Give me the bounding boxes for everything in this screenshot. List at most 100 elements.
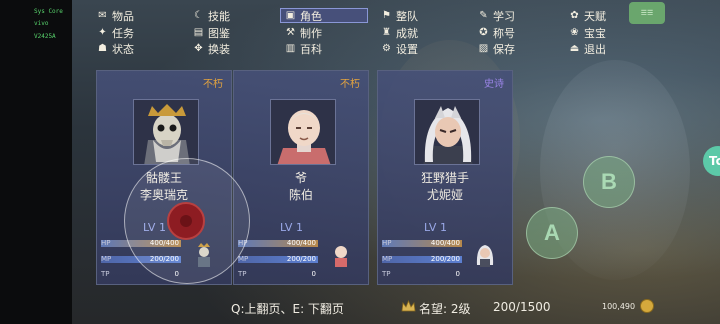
hp-value: 400/400 xyxy=(286,239,316,247)
b-button[interactable]: B xyxy=(583,156,635,208)
menu-item[interactable]: ✎ 学习 xyxy=(477,8,565,23)
tp-value: 0 xyxy=(455,270,460,278)
reputation-level: 名望: 2级 xyxy=(419,302,471,316)
exit-icon: ⏏ xyxy=(569,42,580,54)
skeleton-king-portrait xyxy=(133,99,199,165)
formation-icon: ⚑ xyxy=(382,9,391,21)
joystick-knob[interactable] xyxy=(167,202,205,240)
tp-value: 0 xyxy=(311,270,316,278)
coin-icon xyxy=(640,299,654,313)
menu-item[interactable]: ✉ 物品 xyxy=(96,8,184,23)
old-man-sprite xyxy=(330,243,352,269)
rarity-label: 不朽 xyxy=(340,79,360,90)
menu-item[interactable]: ✪ 称号 xyxy=(477,25,565,40)
tp-label: TP xyxy=(238,270,247,278)
character-card[interactable]: 不朽 爷 陈伯 LV 1 HP 400/400 MP 200/200 TP 0 xyxy=(233,70,369,285)
crown-icon xyxy=(401,299,416,314)
tp-label: TP xyxy=(382,270,391,278)
bottom-bar: Q:上翻页、E: 下翻页 名望: 2级 200/1500 100,490 xyxy=(72,291,672,324)
pet-icon: ❀ xyxy=(570,26,579,38)
menu-item[interactable]: ♜ 成就 xyxy=(380,25,468,40)
trophy-icon: ♜ xyxy=(382,26,391,38)
hp-bar: HP 400/400 xyxy=(382,239,462,248)
menu-item-label: 百科 xyxy=(300,42,322,56)
menu-item-label: 宝宝 xyxy=(584,26,606,40)
bag-icon: ✉ xyxy=(98,9,107,21)
sys-line: Sys Core xyxy=(34,8,63,15)
menu-item[interactable]: ▨ 保存 xyxy=(477,41,565,56)
quest-icon: ✦ xyxy=(98,26,107,38)
menu-item[interactable]: ❀ 宝宝 xyxy=(568,25,656,40)
tp-bar: TP 0 xyxy=(238,270,318,279)
menu-item-label: 制作 xyxy=(300,26,322,40)
reputation-progress: 200/1500 xyxy=(493,300,551,314)
menu-item[interactable]: ✥ 换装 xyxy=(192,41,280,56)
save-icon: ▨ xyxy=(478,42,489,54)
level-label: LV 1 xyxy=(280,221,303,234)
hp-bar: HP 400/400 xyxy=(238,239,318,248)
menu-item[interactable]: ⚒ 制作 xyxy=(284,25,372,40)
hp-label: HP xyxy=(101,239,111,247)
menu-item-label: 学习 xyxy=(493,9,515,23)
menu-item-label: 物品 xyxy=(112,9,134,23)
character-name: 尤妮娅 xyxy=(426,188,463,202)
moon-icon: ☾ xyxy=(194,9,203,21)
rarity-label: 不朽 xyxy=(203,79,223,90)
talent-icon: ✿ xyxy=(570,9,579,21)
mp-value: 200/200 xyxy=(286,255,316,263)
main-menu: ✉ 物品 ☾ 技能 ▣ 角色 ⚑ 整队 ✎ 学习 ✿ 天赋 ✦ 任务 ▤ 图鉴 ⚒ 制作 ♜ 成就 ✪ 称号 ❀ 宝宝 ☗ 状态 ✥… xyxy=(96,6,636,60)
menu-item-label: 图鉴 xyxy=(208,26,230,40)
menu-item-label: 任务 xyxy=(112,26,134,40)
menu-item[interactable]: ▥ 百科 xyxy=(284,41,372,56)
menu-item-label: 设置 xyxy=(396,42,418,56)
menu-item[interactable]: ⏏ 退出 xyxy=(568,41,656,56)
menu-item[interactable]: ⚙ 设置 xyxy=(380,41,468,56)
menu-item[interactable]: ▤ 图鉴 xyxy=(192,25,280,40)
menu-item-label: 退出 xyxy=(584,42,606,56)
menu-item[interactable]: ✦ 任务 xyxy=(96,25,184,40)
mp-label: MP xyxy=(101,255,112,263)
old-man-portrait xyxy=(270,99,336,165)
huntress-sprite xyxy=(474,243,496,269)
menu-item-label: 状态 xyxy=(112,42,134,56)
huntress-portrait xyxy=(414,99,480,165)
codex-icon: ▤ xyxy=(193,26,204,38)
character-title: 爷 xyxy=(294,171,307,185)
encyclopedia-icon: ▥ xyxy=(285,42,296,54)
menu-item-label: 技能 xyxy=(208,9,230,23)
menu-item-label: 换装 xyxy=(208,42,230,56)
menu-item-label: 称号 xyxy=(493,26,515,40)
menu-item-label: 整队 xyxy=(396,9,418,23)
gear-icon: ⚙ xyxy=(382,42,391,54)
menu-item[interactable]: ✿ 天赋 xyxy=(568,8,656,23)
money-amount: 100,490 xyxy=(602,302,636,311)
sys-line: vivo xyxy=(34,20,49,27)
menu-item-label: 保存 xyxy=(493,42,515,56)
portrait-icon: ▣ xyxy=(285,9,296,21)
character-title: 狂野猎手 xyxy=(420,171,469,185)
menu-item-label: 角色 xyxy=(300,9,322,23)
hammer-icon: ⚒ xyxy=(286,26,295,38)
outfit-icon: ✥ xyxy=(194,42,203,54)
a-button[interactable]: A xyxy=(526,207,578,259)
mp-bar: MP 200/200 xyxy=(238,255,318,264)
mp-label: MP xyxy=(382,255,393,263)
mp-value: 200/200 xyxy=(430,255,460,263)
menu-item[interactable]: ▣ 角色 xyxy=(280,8,368,23)
book-icon: ✎ xyxy=(479,9,488,21)
rarity-label: 史诗 xyxy=(484,79,504,90)
hp-value: 400/400 xyxy=(430,239,460,247)
menu-item[interactable]: ☾ 技能 xyxy=(192,8,280,23)
character-card[interactable]: 史诗 狂野猎手 尤妮娅 LV 1 HP 400/400 MP 200/200 T… xyxy=(377,70,513,285)
level-label: LV 1 xyxy=(424,221,447,234)
menu-item[interactable]: ⚑ 整队 xyxy=(380,8,468,23)
character-name: 陈伯 xyxy=(288,188,313,202)
menu-item-label: 成就 xyxy=(396,26,418,40)
status-icon: ☗ xyxy=(98,42,107,54)
system-overlay: Sys Core vivo V2425A xyxy=(0,0,72,324)
hp-label: HP xyxy=(382,239,392,247)
menu-item[interactable]: ☗ 状态 xyxy=(96,41,184,56)
mp-bar: MP 200/200 xyxy=(382,255,462,264)
menu-item-label: 天赋 xyxy=(584,9,606,23)
page-hint: Q:上翻页、E: 下翻页 xyxy=(231,302,344,316)
